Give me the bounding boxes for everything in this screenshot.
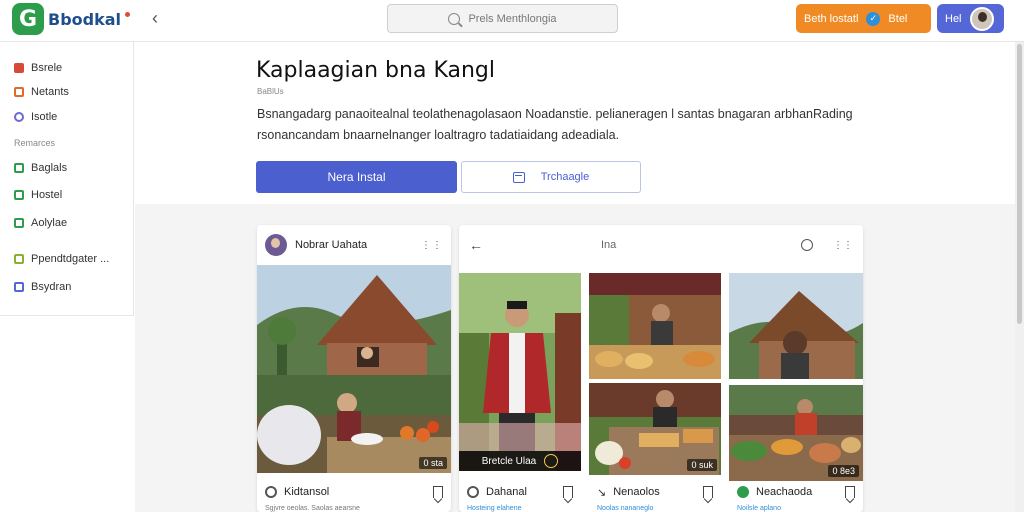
village-portrait-illustration bbox=[729, 273, 863, 379]
village-portrait-photo[interactable] bbox=[729, 273, 863, 379]
village-house-photo[interactable] bbox=[257, 265, 451, 375]
more-options-icon[interactable]: ⋮⋮ bbox=[421, 240, 443, 251]
calendar-icon bbox=[512, 171, 525, 183]
bookmark-icon[interactable] bbox=[703, 486, 713, 498]
tag-icon bbox=[14, 163, 24, 173]
man-red-jacket-illustration bbox=[459, 273, 581, 471]
page-title: Kaplaagian bna Kangl bbox=[256, 58, 495, 83]
author-avatar[interactable] bbox=[265, 234, 287, 256]
post-card[interactable]: Nobrar Uahata ⋮⋮ 0 sta Kidtansol Sgjvre … bbox=[257, 225, 451, 512]
author-name[interactable]: Nobrar Uahata bbox=[295, 239, 367, 251]
sidebar-item-label: Hostel bbox=[31, 189, 63, 201]
install-button-label: Beth lostatl bbox=[804, 12, 859, 25]
profile-button-label: Hel bbox=[945, 12, 962, 25]
food-vendor-photo[interactable]: 0 sta bbox=[257, 375, 451, 473]
photo-caption: Bretcle Ulaa bbox=[459, 451, 581, 471]
footer-label: Neachaoda bbox=[756, 486, 813, 498]
search-icon[interactable] bbox=[801, 239, 813, 251]
app-logo[interactable]: G Bbodkal bbox=[12, 3, 131, 35]
photo-caption-text: Bretcle Ulaa bbox=[481, 455, 537, 467]
gallery-header: ← Ina ⋮⋮ bbox=[459, 225, 863, 265]
food-stall-photo[interactable] bbox=[589, 273, 721, 379]
user-avatar bbox=[969, 6, 994, 31]
sidebar-item-hostel[interactable]: Hostel bbox=[14, 186, 62, 204]
search-icon bbox=[448, 12, 461, 25]
bookmark-icon[interactable] bbox=[433, 486, 443, 498]
sidebar-item-label: Bsrele bbox=[31, 62, 63, 74]
snack-vendor-photo[interactable]: 0 suk bbox=[589, 383, 721, 475]
search-placeholder: Prels Menthlongia bbox=[468, 12, 557, 25]
install-button[interactable]: Beth lostatl ✓ Btel bbox=[796, 4, 931, 33]
sidebar-item-isotle[interactable]: Isotle bbox=[14, 108, 57, 126]
sidebar-item-bsydran[interactable]: Bsydran bbox=[14, 278, 71, 296]
app-name: Bbodkal bbox=[48, 9, 122, 29]
description-line: Bsnangadarg panaoitealnal teolathenagola… bbox=[257, 107, 853, 121]
play-icon[interactable] bbox=[544, 454, 559, 468]
calendar-icon bbox=[14, 282, 24, 292]
location-icon bbox=[265, 486, 277, 498]
chart-icon bbox=[14, 218, 24, 228]
sidebar-item-label: Bsydran bbox=[31, 281, 72, 293]
list-icon bbox=[14, 87, 24, 97]
post-header: Nobrar Uahata ⋮⋮ bbox=[257, 225, 451, 265]
grid-menu-icon[interactable]: ⋮⋮ bbox=[833, 240, 853, 251]
leaf-icon bbox=[737, 486, 749, 498]
bookmark-icon[interactable] bbox=[563, 486, 573, 498]
sidebar-item-ppendtdgater[interactable]: Ppendtdgater ... bbox=[14, 250, 109, 268]
page-description: Bsnangadarg panaoitealnal teolathenagola… bbox=[257, 104, 857, 146]
vegetable-vendor-photo[interactable]: 0 8e3 bbox=[729, 385, 863, 481]
sidebar: Bsrele Netants Isotle Remarces Baglals H… bbox=[0, 42, 134, 316]
verified-check-icon: ✓ bbox=[866, 11, 881, 26]
location-icon bbox=[467, 486, 479, 498]
schedule-button[interactable]: Trchaagle bbox=[461, 161, 641, 193]
users-icon bbox=[14, 112, 24, 122]
top-bar: G Bbodkal ‹ Prels Menthlongia Beth losta… bbox=[0, 0, 1024, 42]
village-house-illustration bbox=[257, 265, 451, 375]
sidebar-item-label: Aolylae bbox=[31, 217, 68, 229]
install-button-badge: Btel bbox=[888, 12, 908, 25]
post-sub: Sgjvre oeolas. Saolas aearsne bbox=[265, 505, 360, 512]
footer-label: Dahanal bbox=[486, 486, 527, 498]
footer-label: Nenaolos bbox=[613, 486, 660, 498]
scrollbar-thumb[interactable] bbox=[1017, 44, 1022, 324]
post-label: Kidtansol bbox=[284, 486, 330, 498]
arrow-left-icon[interactable]: ← bbox=[469, 237, 483, 253]
logo-mark-icon: G bbox=[12, 3, 44, 35]
sidebar-item-baglals[interactable]: Baglals bbox=[14, 159, 67, 177]
sidebar-item-aolylae[interactable]: Aolylae bbox=[14, 214, 67, 232]
footer-sub: Noilsle aplano bbox=[737, 505, 781, 512]
logo-dot-icon bbox=[125, 11, 131, 17]
man-red-jacket-photo[interactable]: Bretcle Ulaa bbox=[459, 273, 581, 471]
footer-sub: Noolas nananeglo bbox=[597, 505, 654, 512]
page-subtitle: BaBlUs bbox=[257, 87, 284, 96]
photo-count-badge: 0 suk bbox=[687, 459, 717, 471]
gallery-card[interactable]: ← Ina ⋮⋮ Bretcle Ulaa Dahanal Hosteing e… bbox=[459, 225, 863, 512]
sidebar-item-bsrele[interactable]: Bsrele bbox=[14, 59, 62, 77]
sidebar-item-label: Baglals bbox=[31, 162, 68, 174]
bookmark-icon[interactable] bbox=[845, 486, 855, 498]
description-line: rsonancandam bnaarnelnanger loaltragro t… bbox=[257, 128, 620, 142]
gallery-title: Ina bbox=[601, 239, 617, 251]
sidebar-section-label: Remarces bbox=[14, 138, 56, 148]
photo-count-badge: 0 sta bbox=[419, 457, 447, 469]
sidebar-item-netants[interactable]: Netants bbox=[14, 83, 69, 101]
main-header: Kaplaagian bna Kangl BaBlUs Bsnangadarg … bbox=[135, 42, 1024, 204]
document-icon bbox=[14, 254, 24, 264]
footer-sub: Hosteing elahene bbox=[467, 505, 522, 512]
sidebar-item-label: Netants bbox=[31, 86, 69, 98]
search-input[interactable]: Prels Menthlongia bbox=[387, 4, 618, 33]
sidebar-item-label: Ppendtdgater ... bbox=[31, 253, 110, 265]
schedule-button-label: Trchaagle bbox=[540, 171, 590, 183]
primary-install-button[interactable]: Nera Instal bbox=[256, 161, 457, 193]
chevron-left-icon[interactable]: ‹ bbox=[146, 8, 164, 28]
profile-button[interactable]: Hel bbox=[937, 4, 1004, 33]
share-icon: ↘ bbox=[597, 486, 607, 499]
home-icon bbox=[14, 190, 24, 200]
grid-icon bbox=[14, 63, 24, 73]
sidebar-item-label: Isotle bbox=[31, 111, 58, 123]
food-stall-illustration bbox=[589, 273, 721, 379]
